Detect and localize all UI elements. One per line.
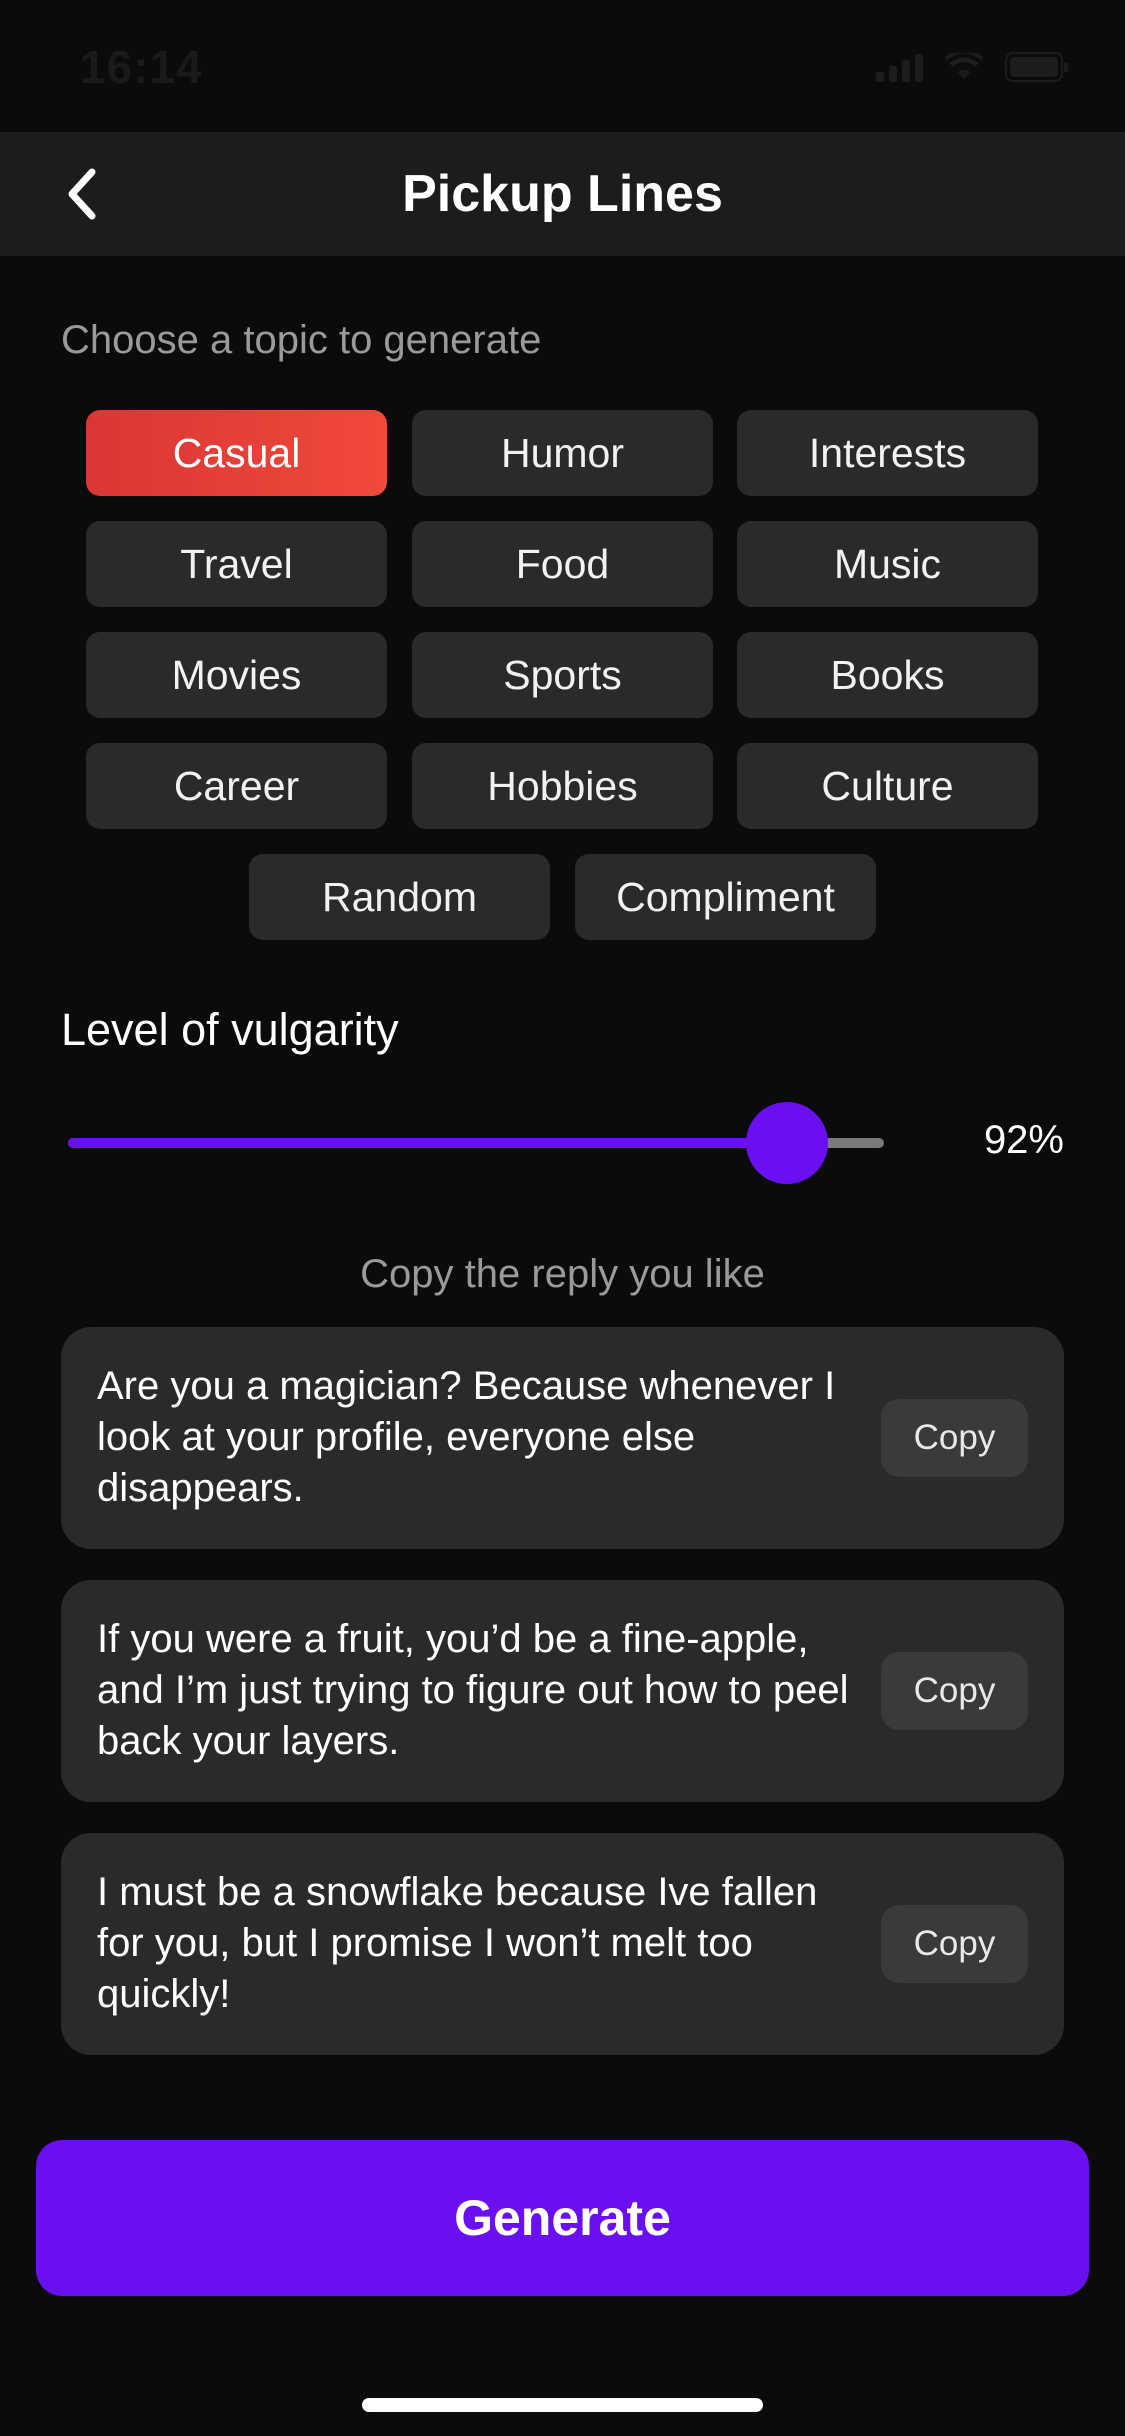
copy-button[interactable]: Copy <box>881 1399 1028 1477</box>
generate-button[interactable]: Generate <box>36 2140 1089 2296</box>
reply-card: I must be a snowflake because Ive fallen… <box>61 1833 1064 2055</box>
reply-text: If you were a fruit, you’d be a fine-app… <box>97 1617 849 1763</box>
reply-card: If you were a fruit, you’d be a fine-app… <box>61 1580 1064 1802</box>
topic-chip-culture[interactable]: Culture <box>737 743 1038 829</box>
slider-thumb[interactable] <box>746 1102 828 1184</box>
copy-button[interactable]: Copy <box>881 1652 1028 1730</box>
topic-chip-movies[interactable]: Movies <box>86 632 387 718</box>
vulgarity-slider[interactable] <box>68 1098 884 1188</box>
topic-chip-compliment[interactable]: Compliment <box>575 854 876 940</box>
home-indicator <box>362 2398 763 2412</box>
vulgarity-title: Level of vulgarity <box>61 1004 399 1055</box>
status-bar: 16:14 <box>0 0 1125 132</box>
vulgarity-value: 92% <box>983 1118 1064 1162</box>
topic-chip-interests[interactable]: Interests <box>737 410 1038 496</box>
status-time: 16:14 <box>80 41 203 93</box>
replies-prompt: Copy the reply you like <box>360 1252 765 1296</box>
topic-chip-random[interactable]: Random <box>249 854 550 940</box>
topic-chip-career[interactable]: Career <box>86 743 387 829</box>
reply-card: Are you a magician? Because whenever I l… <box>61 1327 1064 1549</box>
topic-chip-food[interactable]: Food <box>412 521 713 607</box>
nav-header: Pickup Lines <box>0 132 1125 256</box>
copy-button[interactable]: Copy <box>881 1905 1028 1983</box>
topic-chip-music[interactable]: Music <box>737 521 1038 607</box>
wifi-icon <box>945 53 983 81</box>
cellular-signal-icon <box>876 52 923 82</box>
battery-icon <box>1005 52 1069 82</box>
reply-text: I must be a snowflake because Ive fallen… <box>97 1870 818 2016</box>
reply-text: Are you a magician? Because whenever I l… <box>97 1364 836 1510</box>
chevron-left-icon <box>68 168 96 220</box>
status-icons <box>876 52 1069 82</box>
topic-chip-humor[interactable]: Humor <box>412 410 713 496</box>
topic-chip-hobbies[interactable]: Hobbies <box>412 743 713 829</box>
back-button[interactable] <box>50 162 114 226</box>
topic-chip-travel[interactable]: Travel <box>86 521 387 607</box>
slider-fill <box>68 1138 787 1148</box>
topic-chip-casual[interactable]: Casual <box>86 410 387 496</box>
topic-prompt: Choose a topic to generate <box>61 318 542 362</box>
topic-chip-sports[interactable]: Sports <box>412 632 713 718</box>
page-title: Pickup Lines <box>402 165 723 223</box>
topic-chip-books[interactable]: Books <box>737 632 1038 718</box>
pickup-lines-screen: 16:14 Pickup Lines Choose a topic to gen… <box>0 0 1125 2436</box>
